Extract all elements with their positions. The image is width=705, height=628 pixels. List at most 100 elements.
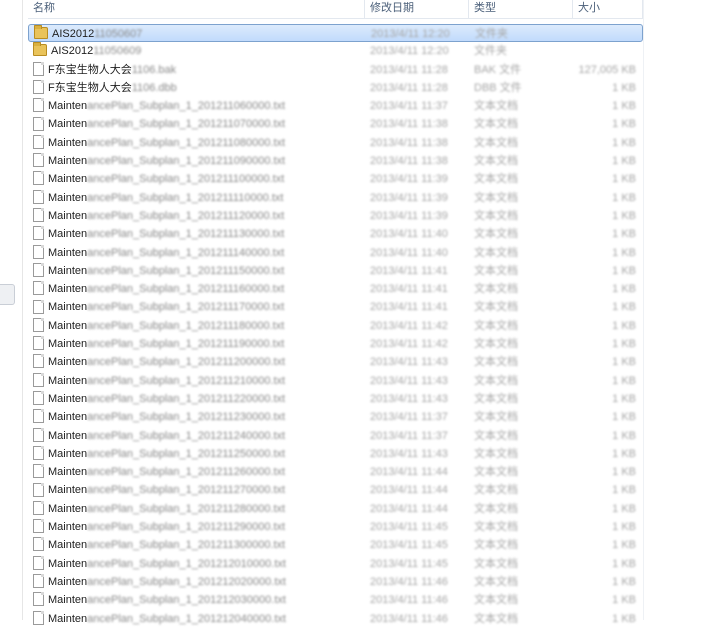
date-modified-cell: 2013/4/11 12:20	[371, 28, 450, 40]
file-row[interactable]: MaintenancePlan_Subplan_1_201212030000.t…	[28, 591, 643, 609]
file-row[interactable]: MaintenancePlan_Subplan_1_201211090000.t…	[28, 152, 643, 170]
file-name-obscured: ancePlan_Subplan_1_201211150000.txt	[87, 264, 285, 277]
file-row[interactable]: MaintenancePlan_Subplan_1_201211220000.t…	[28, 390, 643, 408]
file-name-cell: MaintenancePlan_Subplan_1_201211100000.t…	[33, 170, 363, 188]
folder-row[interactable]: AIS201211050609 2013/4/11 12:20 文件夹	[28, 42, 643, 60]
file-type-cell: 文本文档	[474, 191, 518, 204]
file-row[interactable]: F东宝生物人大会1106.dbb 2013/4/11 11:28 DBB 文件 1 K…	[28, 79, 643, 97]
file-type-cell: 文本文档	[474, 612, 518, 625]
file-type-cell: 文本文档	[474, 228, 518, 241]
file-name-obscured: ancePlan_Subplan_1_201211140000.txt	[87, 246, 285, 259]
file-type-cell: 文本文档	[474, 246, 518, 259]
file-row[interactable]: MaintenancePlan_Subplan_1_201211060000.t…	[28, 97, 643, 115]
file-row[interactable]: MaintenancePlan_Subplan_1_201211160000.t…	[28, 280, 643, 298]
file-name-cell: F东宝生物人大会1106.bak	[33, 61, 363, 79]
navigation-pane-edge	[0, 0, 23, 620]
file-name-cell: MaintenancePlan_Subplan_1_201211250000.t…	[33, 445, 363, 463]
file-row[interactable]: MaintenancePlan_Subplan_1_201211280000.t…	[28, 500, 643, 518]
file-name-cell: MaintenancePlan_Subplan_1_201211060000.t…	[33, 97, 363, 115]
file-size-cell: 1 KB	[612, 521, 636, 534]
file-name-obscured: 11050609	[93, 45, 142, 58]
file-type-cell: 文本文档	[474, 594, 518, 607]
file-row[interactable]: MaintenancePlan_Subplan_1_201211080000.t…	[28, 134, 643, 152]
file-row[interactable]: MaintenancePlan_Subplan_1_201211260000.t…	[28, 463, 643, 481]
text-file-icon	[33, 391, 44, 406]
file-row[interactable]: MaintenancePlan_Subplan_1_201212020000.t…	[28, 573, 643, 591]
date-modified-cell: 2013/4/11 11:38	[370, 118, 448, 131]
file-type-cell: 文本文档	[474, 521, 518, 534]
file-type-cell: 文本文档	[474, 374, 518, 387]
file-row[interactable]: MaintenancePlan_Subplan_1_201212040000.t…	[28, 610, 643, 628]
text-file-icon	[33, 336, 44, 351]
file-row[interactable]: MaintenancePlan_Subplan_1_201212010000.t…	[28, 555, 643, 573]
column-header-size[interactable]: 大小	[573, 0, 643, 18]
column-header-name[interactable]: 名称	[28, 0, 365, 18]
file-type-cell: 文本文档	[474, 466, 518, 479]
file-size-cell: 1 KB	[612, 484, 636, 497]
file-row[interactable]: MaintenancePlan_Subplan_1_201211100000.t…	[28, 170, 643, 188]
file-row[interactable]: MaintenancePlan_Subplan_1_201211200000.t…	[28, 353, 643, 371]
file-name-text: AIS2012	[52, 28, 95, 40]
file-name-text: Mainten	[48, 539, 88, 552]
file-name-obscured: ancePlan_Subplan_1_201211180000.txt	[87, 319, 285, 332]
file-row[interactable]: MaintenancePlan_Subplan_1_201211230000.t…	[28, 408, 643, 426]
file-row[interactable]: MaintenancePlan_Subplan_1_201211240000.t…	[28, 427, 643, 445]
date-modified-cell: 2013/4/11 11:46	[370, 594, 448, 607]
file-type-cell: 文本文档	[474, 557, 518, 570]
file-row[interactable]: F东宝生物人大会1106.bak 2013/4/11 11:28 BAK 文件 127…	[28, 61, 643, 79]
file-row[interactable]: MaintenancePlan_Subplan_1_201211150000.t…	[28, 262, 643, 280]
text-file-icon	[33, 409, 44, 424]
file-size-cell: 1 KB	[612, 466, 636, 479]
file-name-cell: MaintenancePlan_Subplan_1_201211260000.t…	[33, 463, 363, 481]
date-modified-cell: 2013/4/11 11:28	[370, 63, 448, 76]
file-name-text: Mainten	[48, 429, 88, 442]
file-row[interactable]: MaintenancePlan_Subplan_1_201211130000.t…	[28, 225, 643, 243]
folder-row[interactable]: AIS201211050607 2013/4/11 12:20 文件夹	[28, 24, 643, 43]
text-file-icon	[33, 61, 44, 76]
date-modified-cell: 2013/4/11 11:37	[370, 100, 448, 113]
file-row[interactable]: MaintenancePlan_Subplan_1_201211270000.t…	[28, 481, 643, 499]
file-type-cell: 文本文档	[474, 264, 518, 277]
file-name-obscured: ancePlan_Subplan_1_201211210000.txt	[87, 374, 286, 387]
file-row[interactable]: MaintenancePlan_Subplan_1_201211120000.t…	[28, 207, 643, 225]
file-name-text: Mainten	[48, 411, 88, 424]
file-name-text: Mainten	[48, 118, 88, 131]
file-size-cell: 127,005 KB	[578, 63, 637, 76]
file-row[interactable]: MaintenancePlan_Subplan_1_201211210000.t…	[28, 372, 643, 390]
file-name-obscured: ancePlan_Subplan_1_201211110000.txt	[87, 191, 284, 204]
file-name-text: Mainten	[48, 356, 88, 369]
file-row[interactable]: MaintenancePlan_Subplan_1_201211180000.t…	[28, 317, 643, 335]
file-name-obscured: ancePlan_Subplan_1_201211250000.txt	[87, 447, 286, 460]
date-modified-cell: 2013/4/11 11:43	[370, 356, 448, 369]
date-modified-cell: 2013/4/11 11:37	[370, 411, 448, 424]
file-size-cell: 1 KB	[612, 392, 636, 405]
file-name-obscured: ancePlan_Subplan_1_201211170000.txt	[87, 301, 285, 314]
file-row[interactable]: MaintenancePlan_Subplan_1_201211190000.t…	[28, 335, 643, 353]
file-size-cell: 1 KB	[612, 173, 636, 186]
file-name-cell: MaintenancePlan_Subplan_1_201211150000.t…	[33, 262, 363, 280]
file-name-text: Mainten	[48, 557, 88, 570]
text-file-icon	[33, 281, 44, 296]
file-row[interactable]: MaintenancePlan_Subplan_1_201211300000.t…	[28, 536, 643, 554]
column-header-type[interactable]: 类型	[469, 0, 573, 18]
file-name-cell: MaintenancePlan_Subplan_1_201211220000.t…	[33, 390, 363, 408]
file-name-text: Mainten	[48, 209, 88, 222]
text-file-icon	[33, 537, 44, 552]
file-name-obscured: ancePlan_Subplan_1_201212010000.txt	[87, 557, 286, 570]
file-name-obscured: ancePlan_Subplan_1_201211230000.txt	[87, 411, 286, 424]
file-row[interactable]: MaintenancePlan_Subplan_1_201211070000.t…	[28, 115, 643, 133]
file-row[interactable]: MaintenancePlan_Subplan_1_201211290000.t…	[28, 518, 643, 536]
file-size-cell: 1 KB	[612, 283, 636, 296]
file-row[interactable]: MaintenancePlan_Subplan_1_201211110000.t…	[28, 189, 643, 207]
file-size-cell: 1 KB	[612, 539, 636, 552]
file-row[interactable]: MaintenancePlan_Subplan_1_201211170000.t…	[28, 298, 643, 316]
file-row[interactable]: MaintenancePlan_Subplan_1_201211250000.t…	[28, 445, 643, 463]
file-row[interactable]: MaintenancePlan_Subplan_1_201211140000.t…	[28, 244, 643, 262]
column-header-date-modified[interactable]: 修改日期	[365, 0, 469, 18]
file-name-obscured: ancePlan_Subplan_1_201211070000.txt	[87, 118, 286, 131]
pane-splitter-handle[interactable]	[0, 284, 15, 305]
file-size-cell: 1 KB	[612, 575, 636, 588]
text-file-icon	[33, 317, 44, 332]
file-name-text: F东宝生物人大会	[48, 81, 132, 94]
file-name-cell: AIS201211050607	[34, 25, 364, 43]
